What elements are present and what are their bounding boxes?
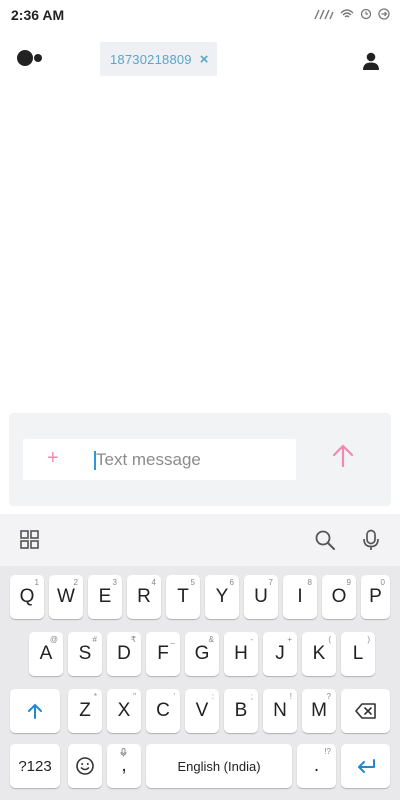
recipient-number: 18730218809 bbox=[110, 51, 192, 67]
key-p[interactable]: P0 bbox=[361, 575, 390, 619]
battery-icon bbox=[378, 8, 390, 20]
symbols-key[interactable]: ?123 bbox=[10, 744, 60, 788]
key-i[interactable]: I8 bbox=[283, 575, 317, 619]
key-u[interactable]: U7 bbox=[244, 575, 278, 619]
key-s[interactable]: S # bbox=[68, 632, 102, 676]
shift-arrow-icon bbox=[28, 703, 42, 719]
attach-plus-button[interactable]: + bbox=[47, 447, 59, 469]
recipient-chip[interactable]: 18730218809 × bbox=[100, 42, 217, 76]
enter-key[interactable] bbox=[341, 744, 390, 788]
keyboard: Q1 W2 E3 R4 T5 Y6 U7 I8 O9 P0 A @ S # D ₹ F… bbox=[0, 514, 400, 800]
emoji-key[interactable] bbox=[68, 744, 102, 788]
contact-profile-icon[interactable] bbox=[360, 50, 382, 72]
apps-grid-icon[interactable] bbox=[18, 528, 42, 552]
emoji-icon bbox=[76, 757, 94, 775]
key-h[interactable]: H- bbox=[224, 632, 258, 676]
text-message-input[interactable] bbox=[96, 447, 286, 473]
comma-key[interactable]: , bbox=[107, 744, 141, 788]
enter-arrow-icon bbox=[357, 759, 375, 773]
compose-panel: + bbox=[9, 413, 391, 506]
key-b[interactable]: B; bbox=[224, 689, 258, 733]
key-v[interactable]: V: bbox=[185, 689, 219, 733]
key-o[interactable]: O9 bbox=[322, 575, 356, 619]
key-j[interactable]: J + bbox=[263, 632, 297, 676]
key-r[interactable]: R4 bbox=[127, 575, 161, 619]
key-w[interactable]: W2 bbox=[49, 575, 83, 619]
key-y[interactable]: Y6 bbox=[205, 575, 239, 619]
shift-key[interactable] bbox=[10, 689, 60, 733]
send-arrow-icon[interactable] bbox=[328, 441, 358, 471]
key-f[interactable]: F _ bbox=[146, 632, 180, 676]
backspace-icon bbox=[354, 703, 376, 719]
conversation-area bbox=[0, 90, 400, 412]
status-bar: 2:36 AM bbox=[0, 0, 400, 30]
key-n[interactable]: N! bbox=[263, 689, 297, 733]
key-x[interactable]: X " bbox=[107, 689, 141, 733]
key-g[interactable]: G & bbox=[185, 632, 219, 676]
space-key[interactable]: English (India) bbox=[146, 744, 292, 788]
key-z[interactable]: Z * bbox=[68, 689, 102, 733]
key-d[interactable]: D ₹ bbox=[107, 632, 141, 676]
wifi-icon bbox=[340, 9, 354, 18]
compose-field: + bbox=[23, 439, 296, 480]
key-a[interactable]: A @ bbox=[29, 632, 63, 676]
app-logo-icon[interactable] bbox=[17, 50, 47, 68]
period-key[interactable]: .!? bbox=[297, 744, 336, 788]
key-m[interactable]: M? bbox=[302, 689, 336, 733]
key-e[interactable]: E3 bbox=[88, 575, 122, 619]
status-time: 2:36 AM bbox=[11, 7, 65, 23]
key-l[interactable]: L) bbox=[341, 632, 375, 676]
alarm-icon bbox=[360, 8, 372, 20]
mic-hint-icon bbox=[120, 748, 127, 757]
key-c[interactable]: C ' bbox=[146, 689, 180, 733]
status-icons bbox=[314, 8, 390, 20]
search-icon[interactable] bbox=[313, 528, 337, 552]
conversation-header: 18730218809 × bbox=[0, 30, 400, 90]
key-q[interactable]: Q1 bbox=[10, 575, 44, 619]
key-t[interactable]: T5 bbox=[166, 575, 200, 619]
key-k[interactable]: K( bbox=[302, 632, 336, 676]
microphone-icon[interactable] bbox=[359, 528, 383, 552]
backspace-key[interactable] bbox=[341, 689, 390, 733]
signal-icon bbox=[314, 9, 334, 20]
keyboard-toolbar bbox=[0, 514, 400, 566]
remove-recipient-icon[interactable]: × bbox=[200, 51, 209, 68]
